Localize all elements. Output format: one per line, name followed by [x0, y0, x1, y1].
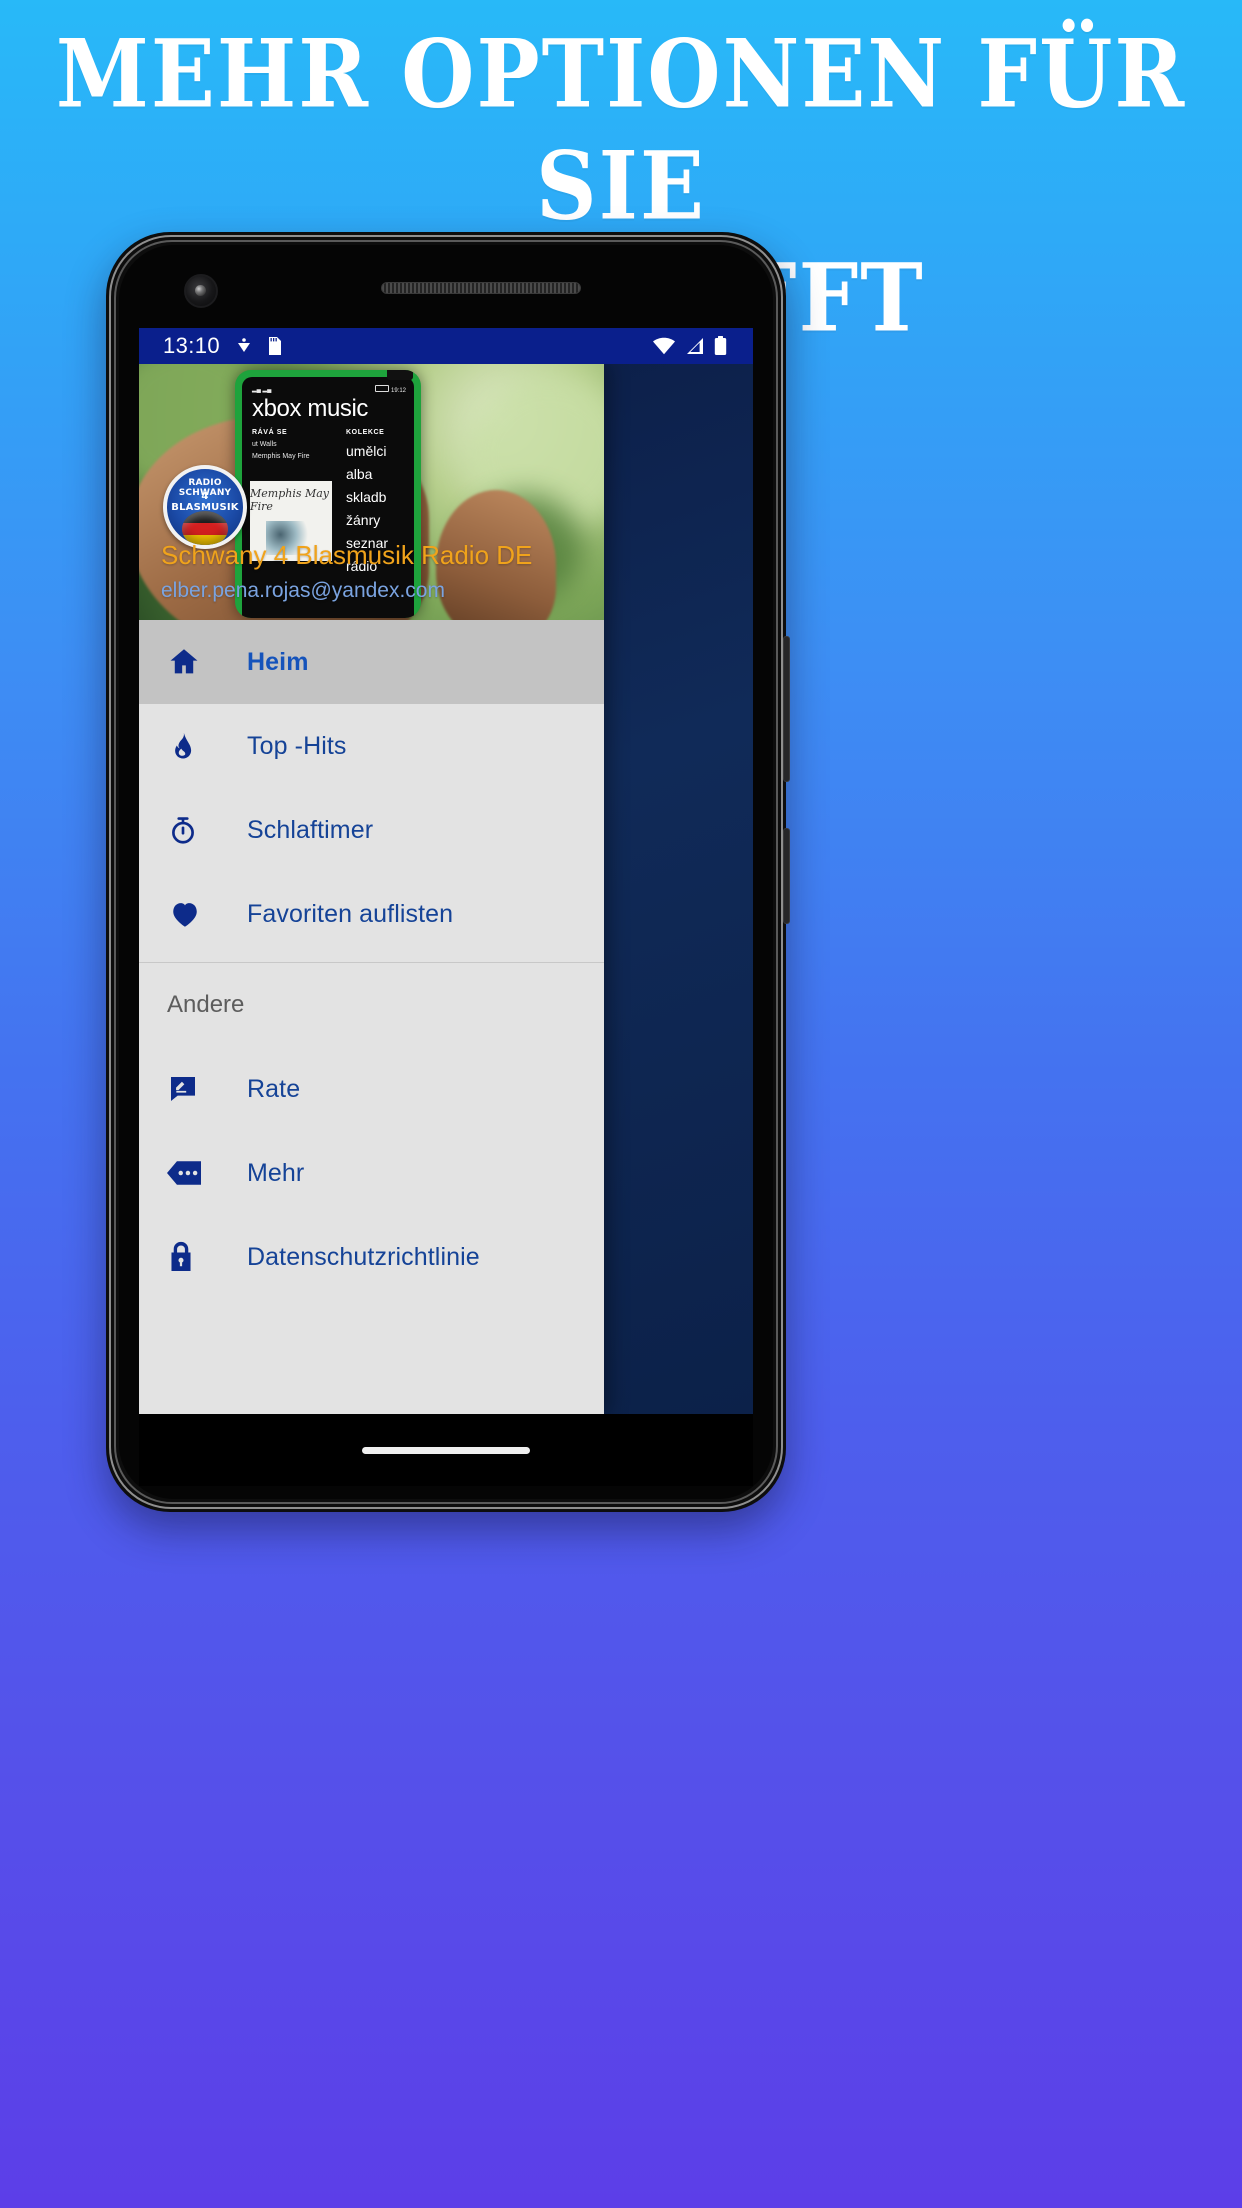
rate-review-icon — [167, 1073, 219, 1105]
nokia-column-b-item-0: umělci — [346, 443, 387, 459]
battery-icon — [714, 336, 727, 355]
nokia-status-bar: ▂▄ ▂▄ 19:12 — [252, 385, 406, 394]
drawer-item-datenschutz[interactable]: Datenschutzrichtlinie — [139, 1215, 604, 1299]
status-left-icons — [236, 337, 282, 355]
headphone-plug — [387, 370, 413, 380]
download-icon — [238, 338, 251, 352]
nokia-battery-icon — [375, 385, 390, 392]
nokia-column-b-header: KOLEKCE — [346, 429, 385, 436]
timer-icon — [167, 813, 219, 847]
account-name: Schwany 4 Blasmusik Radio DE — [161, 540, 533, 570]
drawer-item-schlaftimer[interactable]: Schlaftimer — [139, 788, 604, 872]
drawer-item-mehr-label: Mehr — [247, 1158, 305, 1187]
navigation-bar — [139, 1414, 753, 1486]
drawer-item-favoriten[interactable]: Favoriten auflisten — [139, 872, 604, 956]
nokia-column-a-item-1: Memphis May Fire — [252, 453, 310, 460]
nokia-clock: 19:12 — [375, 385, 406, 394]
status-bar: 13:10 — [139, 328, 753, 364]
nokia-column-b-item-3: žánry — [346, 512, 381, 528]
logo-line-2: 4 BLASMUSIK — [171, 491, 239, 513]
drawer-menu: Heim Top -Hits Schlaftimer Favoriten auf… — [139, 620, 604, 1299]
nokia-column-a-header: RÁVÁ SE — [252, 429, 288, 436]
drawer-item-top-hits[interactable]: Top -Hits — [139, 704, 604, 788]
nokia-column-a: RÁVÁ SE ut Walls Memphis May Fire — [252, 429, 310, 460]
headphone-cable — [413, 370, 421, 408]
cellular-signal-icon — [687, 338, 703, 354]
nokia-column-a-item-0: ut Walls — [252, 441, 277, 448]
phone-mockup: adio ADIOSENDER — [106, 232, 790, 1512]
drawer-item-datenschutz-label: Datenschutzrichtlinie — [247, 1242, 480, 1271]
home-icon — [167, 645, 219, 679]
volume-button[interactable] — [783, 828, 790, 924]
headline-line-1: Mehr Optionen für Sie — [55, 18, 1187, 241]
drawer-item-schlaftimer-label: Schlaftimer — [247, 815, 374, 844]
lock-icon — [167, 1240, 219, 1274]
front-camera-icon — [184, 274, 218, 308]
nokia-signal-icon: ▂▄ ▂▄ — [252, 387, 272, 393]
navigation-drawer: ▂▄ ▂▄ 19:12 xbox music RÁVÁ SE ut Walls — [139, 364, 604, 1414]
sd-card-icon — [269, 337, 282, 355]
drawer-item-favoriten-label: Favoriten auflisten — [247, 899, 454, 928]
home-gesture-pill[interactable] — [362, 1446, 530, 1454]
fire-icon — [167, 729, 219, 763]
status-time: 13:10 — [163, 333, 221, 358]
drawer-item-heim-label: Heim — [247, 647, 309, 676]
earpiece-speaker — [381, 282, 581, 294]
heart-icon — [167, 897, 219, 931]
drawer-header: ▂▄ ▂▄ 19:12 xbox music RÁVÁ SE ut Walls — [139, 364, 604, 620]
drawer-item-rate[interactable]: Rate — [139, 1047, 604, 1131]
promo-background: Mehr Optionen für Sie geschafft adio ADI… — [0, 0, 1242, 2208]
account-email: elber.pena.rojas@yandex.com — [161, 579, 445, 602]
nokia-screen-title: xbox music — [252, 395, 369, 422]
more-tag-icon — [167, 1160, 219, 1186]
drawer-item-rate-label: Rate — [247, 1074, 301, 1103]
drawer-section-header: Andere — [167, 991, 245, 1018]
drawer-item-top-hits-label: Top -Hits — [247, 731, 347, 760]
status-right-icons — [652, 336, 727, 356]
drawer-item-heim[interactable]: Heim — [139, 620, 604, 704]
phone-screen: adio ADIOSENDER — [139, 328, 753, 1414]
wifi-icon — [653, 337, 675, 355]
nokia-column-b-item-2: skladb — [346, 489, 387, 505]
avatar[interactable]: RADIO SCHWANY 4 BLASMUSIK — [163, 465, 247, 549]
drawer-item-mehr[interactable]: Mehr — [139, 1131, 604, 1215]
nokia-column-b-item-1: alba — [346, 466, 373, 482]
power-button[interactable] — [783, 636, 790, 782]
